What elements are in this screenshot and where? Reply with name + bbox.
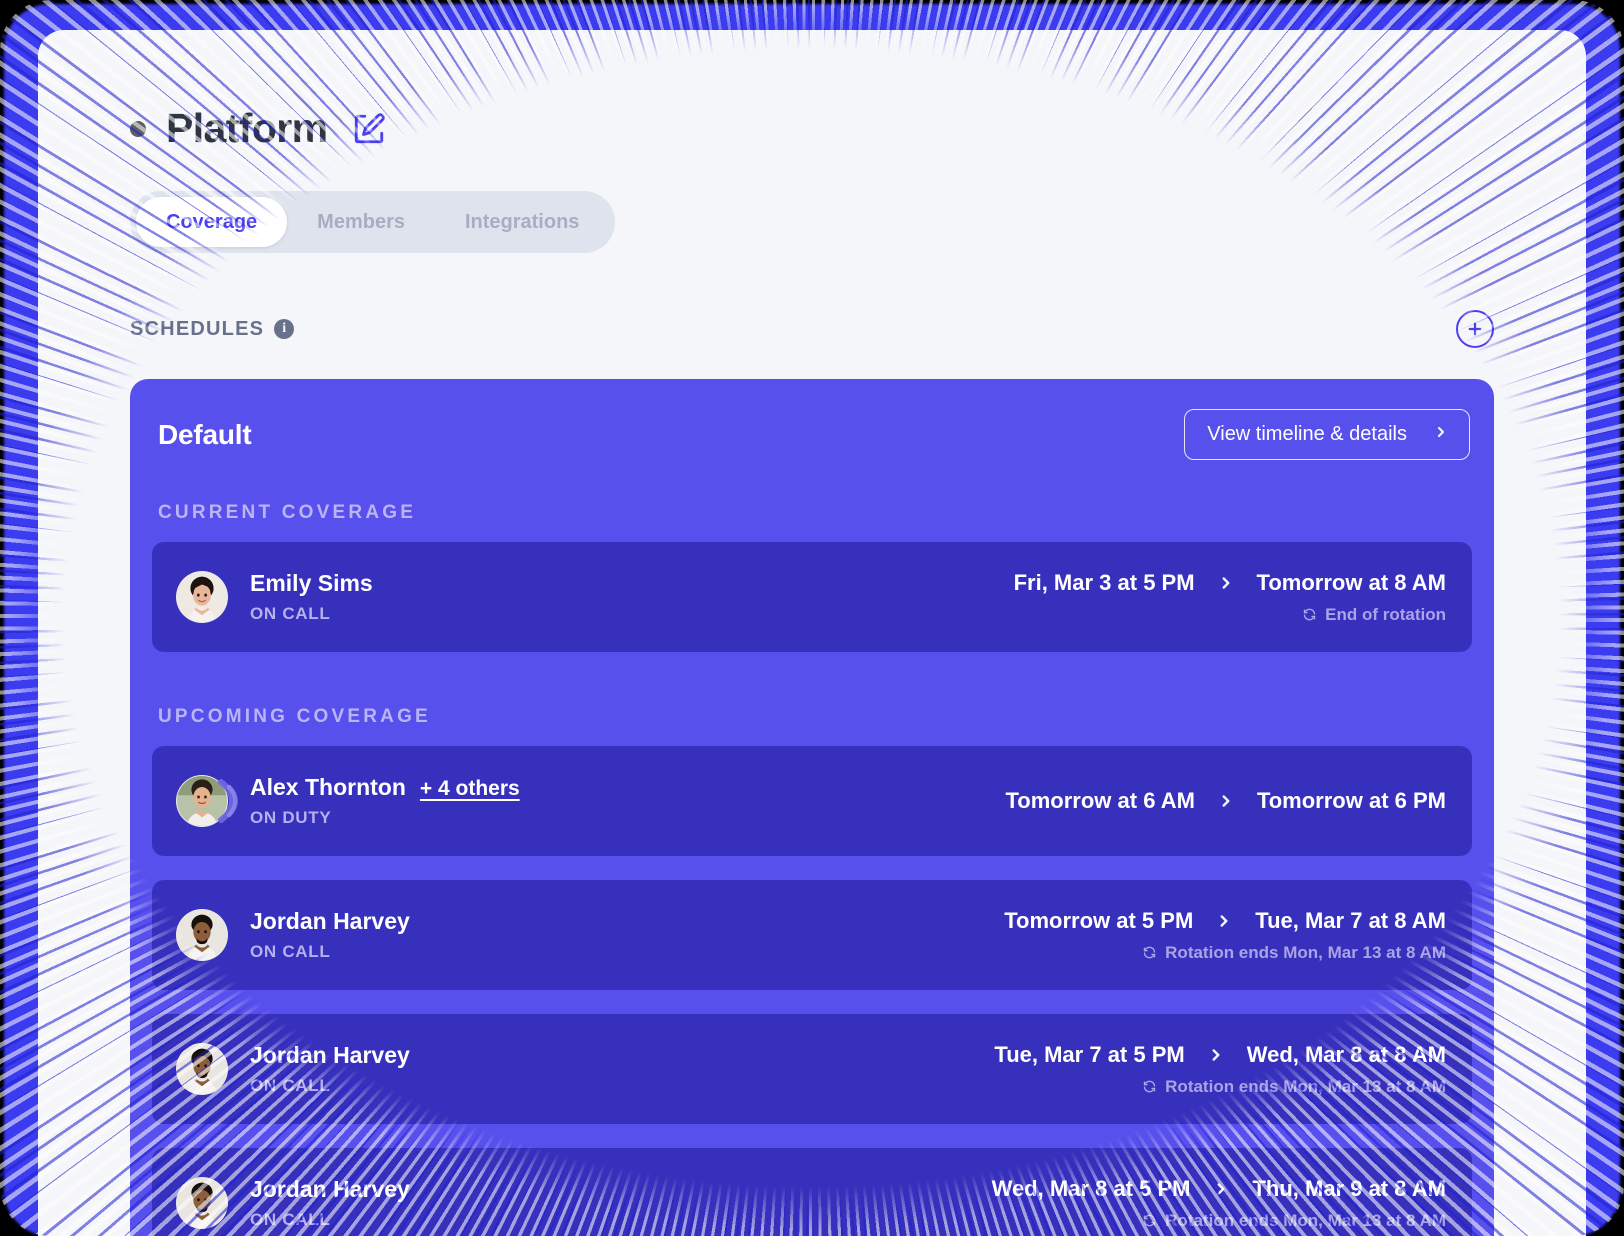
avatar-jordan-harvey — [176, 1043, 228, 1095]
schedule-card-header: Default View timeline & details — [152, 409, 1472, 460]
tab-bar: Coverage Members Integrations — [130, 191, 616, 253]
chevron-right-icon — [1215, 912, 1233, 930]
rotation-refresh-icon — [1142, 1079, 1157, 1094]
rotation-note-label: Rotation ends Mon, Mar 13 at 8 AM — [1165, 942, 1446, 962]
rotation-note: End of rotation — [1014, 605, 1446, 625]
table-row[interactable]: Jordan Harvey ON CALL Tue, Mar 7 at 5 PM — [152, 1014, 1472, 1124]
rotation-note: Rotation ends Mon, Mar 13 at 8 AM — [1004, 943, 1446, 963]
person-name: Emily Sims — [250, 570, 373, 596]
add-schedule-button[interactable] — [1456, 310, 1494, 348]
info-icon[interactable]: i — [274, 319, 295, 339]
chevron-right-icon — [1217, 792, 1235, 810]
duty-status: ON CALL — [250, 942, 331, 961]
rotation-note-label: Rotation ends Mon, Mar 13 at 8 AM — [1165, 1076, 1446, 1096]
status-dot-icon — [130, 120, 146, 137]
page-header: Platform — [38, 30, 1586, 149]
shift-end-time: Tomorrow at 8 AM — [1256, 569, 1446, 595]
chevron-right-icon — [1212, 1180, 1230, 1198]
tab-integrations[interactable]: Integrations — [435, 197, 609, 247]
table-row[interactable]: Alex Thornton + 4 others ON DUTY Tomorro… — [152, 746, 1472, 856]
shift-end-time: Tomorrow at 6 PM — [1256, 788, 1446, 813]
person-name: Jordan Harvey — [250, 908, 410, 934]
app-window: Platform Coverage Members Integrations S… — [38, 30, 1586, 1236]
chevron-right-icon — [1207, 1046, 1225, 1064]
group-label-upcoming: UPCOMING COVERAGE — [158, 706, 431, 727]
duty-status: ON CALL — [250, 604, 331, 623]
person-name: Alex Thornton — [250, 774, 406, 800]
edit-square-icon[interactable] — [352, 112, 386, 146]
view-timeline-details-label: View timeline & details — [1207, 423, 1407, 445]
table-row[interactable]: Emily Sims ON CALL Fri, Mar 3 at 5 PM To… — [152, 542, 1472, 652]
rotation-refresh-icon — [1142, 945, 1157, 960]
tab-members[interactable]: Members — [287, 197, 435, 247]
screen-frame: Platform Coverage Members Integrations S… — [0, 0, 1624, 1236]
rotation-note-label: Rotation ends Mon, Mar 13 at 8 AM — [1165, 1210, 1446, 1230]
view-timeline-details-button[interactable]: View timeline & details — [1184, 409, 1470, 460]
rotation-refresh-icon — [1302, 607, 1317, 622]
avatar-jordan-harvey — [176, 909, 228, 961]
duty-status: ON CALL — [250, 1076, 331, 1095]
person-name: Jordan Harvey — [250, 1176, 410, 1202]
rotation-note-label: End of rotation — [1325, 604, 1446, 624]
avatar-alex-thornton — [176, 775, 238, 827]
shift-start-time: Tue, Mar 7 at 5 PM — [994, 1041, 1185, 1067]
avatar-emily-sims — [176, 571, 228, 623]
shift-start-time: Fri, Mar 3 at 5 PM — [1013, 569, 1195, 595]
chevron-right-icon — [1433, 423, 1449, 446]
rotation-note: Rotation ends Mon, Mar 13 at 8 AM — [992, 1211, 1446, 1231]
avatar-jordan-harvey — [176, 1177, 228, 1229]
duty-status: ON DUTY — [250, 808, 332, 827]
group-label-current: CURRENT COVERAGE — [158, 502, 417, 523]
schedule-card-default: Default View timeline & details CURRENT … — [130, 379, 1494, 1236]
table-row[interactable]: Jordan Harvey ON CALL Wed, Mar 8 at 5 PM — [152, 1148, 1472, 1236]
tab-coverage[interactable]: Coverage — [136, 197, 288, 247]
table-row[interactable]: Jordan Harvey ON CALL Tomorrow at 5 PM T… — [152, 880, 1472, 990]
shift-end-time: Tue, Mar 7 at 8 AM — [1255, 907, 1446, 933]
person-name: Jordan Harvey — [250, 1042, 410, 1068]
schedules-section-header: SCHEDULES i — [130, 310, 1494, 348]
shift-start-time: Tomorrow at 5 PM — [1004, 907, 1194, 933]
rotation-note: Rotation ends Mon, Mar 13 at 8 AM — [994, 1077, 1446, 1097]
shift-end-time: Wed, Mar 8 at 8 AM — [1246, 1041, 1446, 1067]
shift-start-time: Wed, Mar 8 at 5 PM — [991, 1175, 1191, 1201]
duty-status: ON CALL — [250, 1210, 331, 1229]
page-title: Platform — [166, 105, 328, 151]
additional-members-link[interactable]: + 4 others — [420, 777, 520, 801]
schedule-name: Default — [158, 418, 252, 450]
section-title: SCHEDULES — [130, 317, 265, 340]
shift-start-time: Tomorrow at 6 AM — [1005, 788, 1195, 813]
rotation-refresh-icon — [1142, 1213, 1157, 1228]
chevron-right-icon — [1217, 574, 1235, 592]
shift-end-time: Thu, Mar 9 at 8 AM — [1252, 1175, 1446, 1201]
